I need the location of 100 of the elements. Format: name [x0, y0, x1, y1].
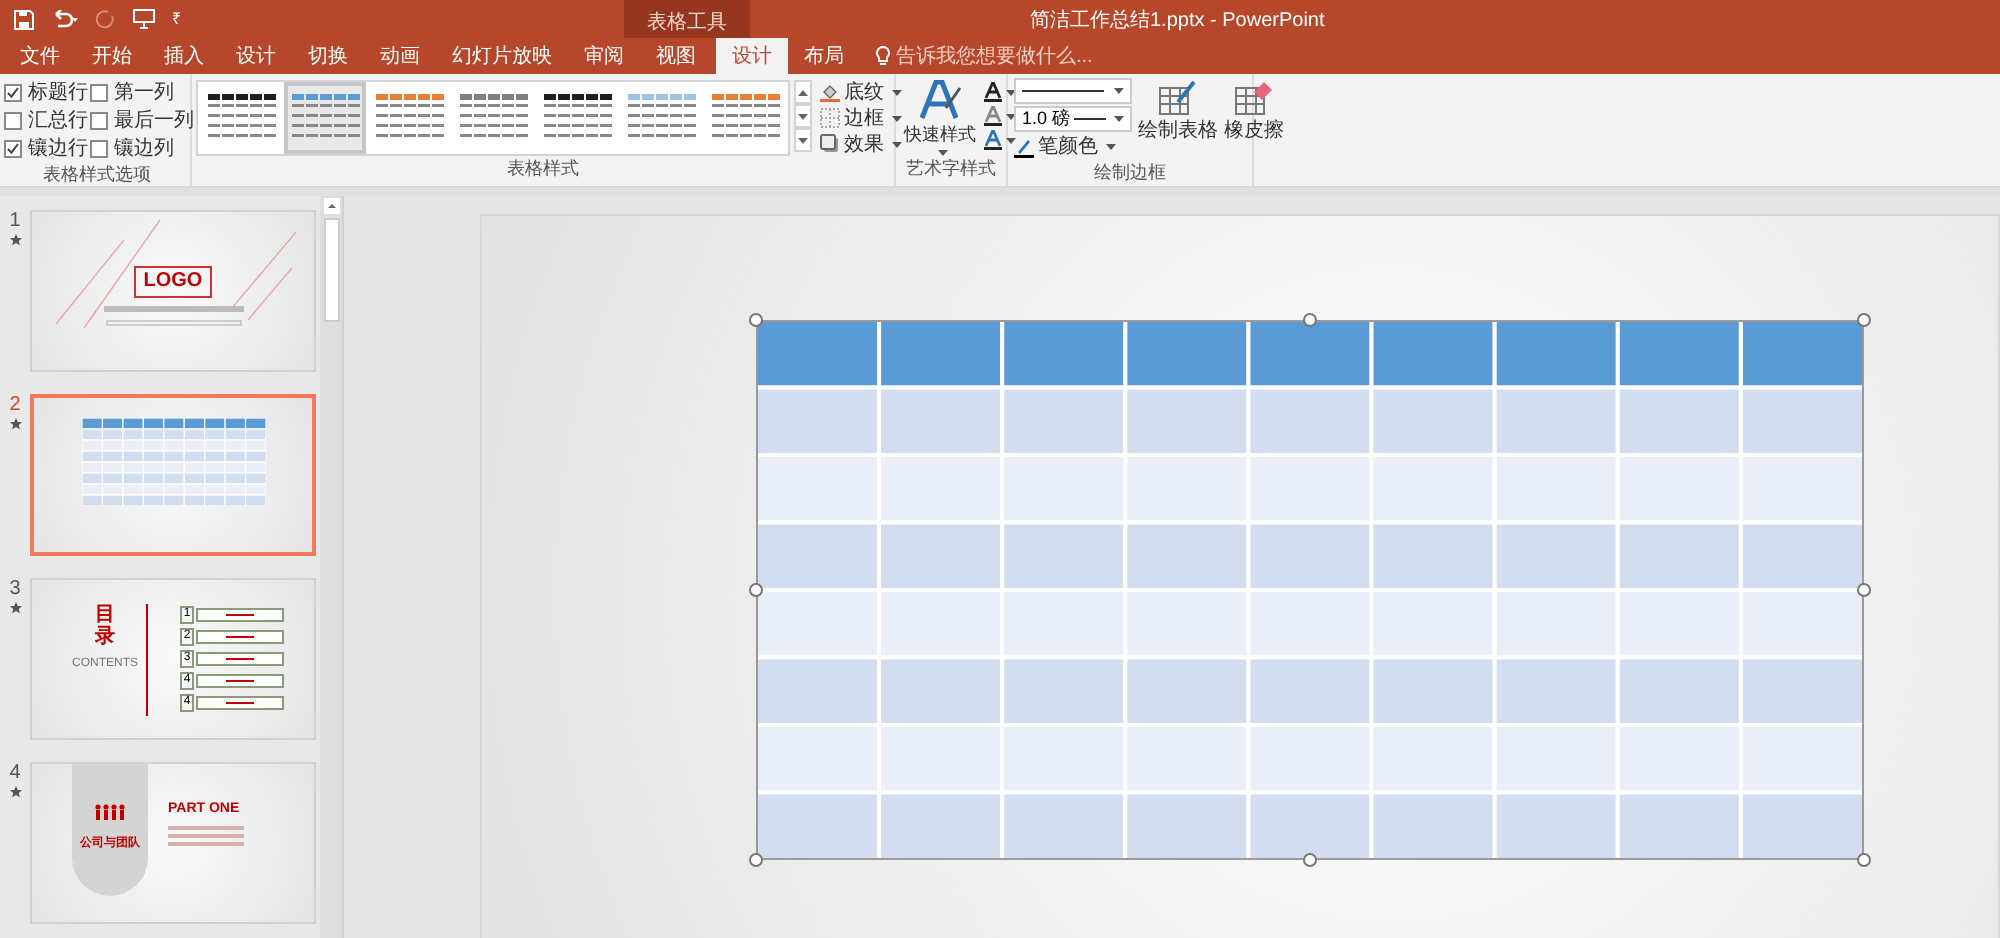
subtitle-bar [103, 305, 243, 311]
ribbon-tab[interactable]: 动画 [364, 38, 436, 74]
effects-icon [820, 134, 840, 154]
checkbox[interactable]: 镶边行 [4, 134, 88, 162]
ribbon-button[interactable]: 边框 [820, 106, 902, 130]
caret-icon [798, 137, 808, 143]
resize-handle[interactable] [1857, 583, 1871, 597]
ribbon-tab[interactable]: 开始 [76, 38, 148, 74]
ribbon-tab[interactable]: 视图 [640, 38, 712, 74]
ribbon-button[interactable]: 效果 [820, 132, 902, 156]
ribbon-tab[interactable]: 切换 [292, 38, 364, 74]
letter-brush-icon [918, 80, 962, 120]
caret-icon [1114, 88, 1124, 94]
heading-text: 目录 [95, 603, 115, 647]
caret-icon [1006, 137, 1016, 143]
logo-text: LOGO [133, 265, 213, 297]
entry-bar [196, 674, 284, 688]
draw-table-button[interactable]: 绘制表格 [1138, 78, 1218, 160]
quick-styles-button[interactable]: 快速样式 [900, 80, 980, 156]
gallery-scroll-button[interactable] [794, 104, 812, 128]
caret-icon [1106, 144, 1116, 150]
caret-icon [937, 150, 947, 156]
eraser-button[interactable]: 橡皮擦 [1224, 78, 1284, 160]
undo-icon[interactable] [50, 9, 80, 29]
ribbon-tab[interactable]: 幻灯片放映 [436, 38, 568, 74]
resize-handle[interactable] [749, 583, 763, 597]
slide-number: 2 [9, 394, 21, 418]
caret-icon [892, 89, 902, 95]
star-icon [9, 786, 21, 798]
pen-icon [1014, 137, 1034, 157]
group-label: 表格样式 [505, 156, 581, 182]
slide-number: 4 [9, 762, 21, 786]
bullet-line [168, 841, 244, 845]
table-pencil-icon [1158, 80, 1198, 116]
pen-weight-dropdown[interactable]: 1.0 磅 [1014, 106, 1132, 132]
group-label: 绘制边框 [1092, 160, 1168, 186]
star-icon [9, 602, 21, 614]
ribbon-tab[interactable]: 文件 [4, 38, 76, 74]
tell-me-field[interactable]: 告诉我您想要做什么... [876, 38, 1093, 74]
text-format-icon[interactable] [984, 82, 1016, 102]
scroll-up-icon[interactable] [323, 198, 340, 214]
checkmark-icon [6, 141, 20, 155]
slide-number: 1 [9, 210, 21, 234]
caret-icon [798, 89, 808, 95]
bullet-line [168, 833, 244, 837]
caret-icon [798, 113, 808, 119]
table-eraser-icon [1234, 80, 1274, 116]
caret-icon [892, 115, 902, 121]
text-format-icon[interactable] [984, 130, 1016, 150]
resize-handle[interactable] [1303, 313, 1317, 327]
entry-bar [196, 608, 284, 622]
caption-bar [105, 319, 241, 325]
people-icon [94, 803, 126, 819]
pen-style-dropdown[interactable] [1014, 78, 1132, 104]
text-format-icon[interactable] [984, 106, 1016, 126]
save-icon[interactable] [14, 9, 34, 29]
entry-bar [196, 630, 284, 644]
entry-bar [196, 652, 284, 666]
bullet-line [168, 825, 244, 829]
slide-number: 3 [9, 578, 21, 602]
lightbulb-icon [876, 46, 890, 66]
resize-handle[interactable] [749, 853, 763, 867]
group-label: 艺术字样式 [904, 156, 998, 182]
scrollbar[interactable] [320, 196, 342, 938]
checkbox[interactable]: 镶边列 [90, 134, 194, 162]
scroll-thumb[interactable] [323, 218, 340, 322]
checkmark-icon [6, 85, 20, 99]
checkbox[interactable]: 最后一列 [90, 106, 194, 134]
entry-bar [196, 696, 284, 710]
checkbox[interactable]: 标题行 [4, 78, 88, 106]
gallery-scroll-button[interactable] [794, 128, 812, 152]
group-label: 表格样式选项 [41, 162, 153, 188]
ribbon-button[interactable]: 底纹 [820, 80, 902, 104]
ribbon-tab[interactable]: 布局 [788, 38, 860, 74]
checkbox[interactable]: 第一列 [90, 78, 194, 106]
caret-icon [1114, 116, 1124, 122]
ribbon-tab[interactable]: 插入 [148, 38, 220, 74]
presentation-icon[interactable] [132, 8, 156, 30]
customize-toolbar-button[interactable]: ₹ [172, 7, 182, 31]
slide-thumbnail[interactable]: LOGO [30, 210, 316, 372]
resize-handle[interactable] [1857, 313, 1871, 327]
checkbox[interactable]: 汇总行 [4, 106, 88, 134]
star-icon [9, 418, 21, 430]
border-icon [820, 108, 840, 128]
window-title: 简洁工作总结1.pptx - PowerPoint [1030, 7, 1325, 36]
star-icon [9, 234, 21, 246]
resize-handle[interactable] [1857, 853, 1871, 867]
ribbon-tab[interactable]: 设计 [716, 38, 788, 74]
caret-icon [1006, 89, 1016, 95]
table-style-thumbnail[interactable] [284, 82, 366, 154]
gallery-scroll-button[interactable] [794, 80, 812, 104]
table[interactable] [756, 320, 1864, 860]
paint-bucket-icon [820, 82, 840, 102]
caret-icon [1006, 113, 1016, 119]
resize-handle[interactable] [1303, 853, 1317, 867]
pen-color-button[interactable]: 笔颜色 [1014, 134, 1132, 160]
ribbon-tab[interactable]: 设计 [220, 38, 292, 74]
resize-handle[interactable] [749, 313, 763, 327]
slide-thumbnail[interactable] [30, 394, 316, 556]
caret-icon [892, 141, 902, 147]
